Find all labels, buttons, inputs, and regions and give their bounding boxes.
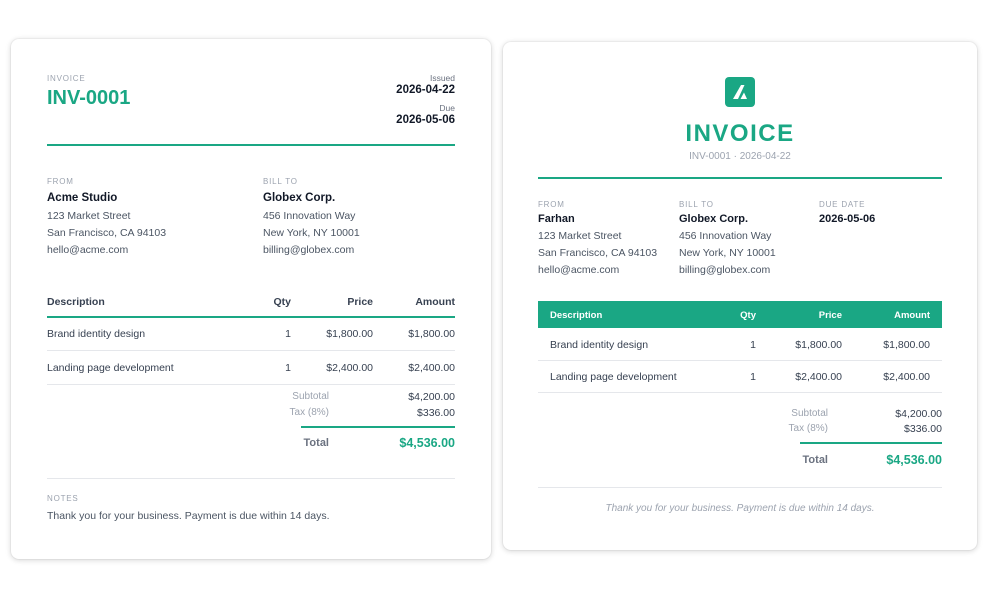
- bill-email: billing@globex.com: [679, 264, 771, 276]
- col-price: Price: [818, 310, 842, 321]
- total-divider: [800, 442, 942, 444]
- col-amount: Amount: [415, 296, 455, 308]
- row-description: Brand identity design: [47, 328, 146, 340]
- total-value: $4,536.00: [886, 453, 942, 467]
- row-description: Landing page development: [47, 362, 174, 374]
- invoice-title: INVOICE: [685, 120, 795, 147]
- col-description: Description: [550, 310, 603, 321]
- row-amount: $2,400.00: [408, 362, 455, 374]
- subtotal-label: Subtotal: [791, 408, 828, 419]
- header-divider: [47, 144, 455, 146]
- row-amount: $1,800.00: [408, 328, 455, 340]
- subtotal-value: $4,200.00: [895, 408, 942, 420]
- bill-label: BILL TO: [679, 200, 714, 209]
- col-description: Description: [47, 296, 105, 308]
- bill-label: BILL TO: [263, 177, 298, 186]
- notes-text: Thank you for your business. Payment is …: [47, 510, 330, 522]
- row-price: $1,800.00: [326, 328, 373, 340]
- row-divider: [538, 360, 942, 361]
- total-divider: [301, 426, 455, 428]
- col-qty: Qty: [273, 296, 291, 308]
- issued-date: 2026-04-22: [396, 84, 455, 96]
- footer-note: Thank you for your business. Payment is …: [605, 503, 875, 514]
- from-address2: San Francisco, CA 94103: [47, 227, 167, 239]
- from-name: Farhan: [538, 213, 575, 225]
- from-address1: 123 Market Street: [47, 210, 131, 222]
- row-qty: 1: [285, 362, 291, 374]
- due-date-label: DUE DATE: [819, 200, 866, 209]
- tax-label: Tax (8%): [788, 423, 828, 434]
- subtotal-value: $4,200.00: [408, 391, 455, 403]
- from-email: hello@acme.com: [47, 244, 129, 256]
- invoice-card-centered: INVOICE INV-0001 · 2026-04-22 FROM Farha…: [503, 42, 977, 550]
- subtotal-label: Subtotal: [292, 391, 329, 402]
- tax-value: $336.00: [904, 423, 942, 435]
- row-price: $2,400.00: [326, 362, 373, 374]
- total-value: $4,536.00: [399, 436, 455, 450]
- bill-address1: 456 Innovation Way: [263, 210, 356, 222]
- from-address1: 123 Market Street: [538, 230, 622, 242]
- row-qty: 1: [285, 328, 291, 340]
- logo-icon: [725, 77, 755, 107]
- header-divider: [538, 177, 942, 179]
- col-qty: Qty: [740, 310, 756, 321]
- table-header: Description Qty Price Amount: [538, 301, 942, 328]
- tax-label: Tax (8%): [289, 407, 329, 418]
- from-label: FROM: [538, 200, 565, 209]
- row-price: $1,800.00: [795, 339, 842, 351]
- due-date-value: 2026-05-06: [819, 213, 876, 225]
- due-label: Due: [439, 103, 455, 113]
- bill-name: Globex Corp.: [263, 192, 336, 204]
- bill-address2: New York, NY 10001: [263, 227, 360, 239]
- from-address2: San Francisco, CA 94103: [538, 247, 658, 259]
- bill-address2: New York, NY 10001: [679, 247, 776, 259]
- col-price: Price: [347, 296, 373, 308]
- total-label: Total: [802, 454, 828, 466]
- bill-address1: 456 Innovation Way: [679, 230, 772, 242]
- row-divider: [47, 384, 455, 385]
- total-label: Total: [303, 437, 329, 449]
- row-amount: $1,800.00: [883, 339, 930, 351]
- notes-divider: [47, 478, 455, 479]
- row-qty: 1: [750, 371, 756, 383]
- due-date: 2026-05-06: [396, 114, 455, 126]
- table-header-divider: [47, 316, 455, 318]
- row-qty: 1: [750, 339, 756, 351]
- row-price: $2,400.00: [795, 371, 842, 383]
- invoice-number: INV-0001: [47, 87, 131, 109]
- from-label: FROM: [47, 177, 74, 186]
- invoice-card-classic: INVOICE INV-0001 Issued 2026-04-22 Due 2…: [11, 39, 491, 559]
- footer-divider: [538, 487, 942, 488]
- row-divider: [538, 392, 942, 393]
- from-email: hello@acme.com: [538, 264, 620, 276]
- issued-label: Issued: [429, 73, 455, 83]
- row-amount: $2,400.00: [883, 371, 930, 383]
- invoice-subtitle: INV-0001 · 2026-04-22: [689, 151, 791, 162]
- notes-label: NOTES: [47, 494, 79, 503]
- row-description: Landing page development: [550, 371, 677, 383]
- bill-name: Globex Corp.: [679, 213, 749, 225]
- col-amount: Amount: [894, 310, 930, 321]
- row-description: Brand identity design: [550, 339, 649, 351]
- from-name: Acme Studio: [47, 192, 118, 204]
- bill-email: billing@globex.com: [263, 244, 355, 256]
- tax-value: $336.00: [417, 407, 455, 419]
- invoice-label: INVOICE: [47, 74, 86, 83]
- row-divider: [47, 350, 455, 351]
